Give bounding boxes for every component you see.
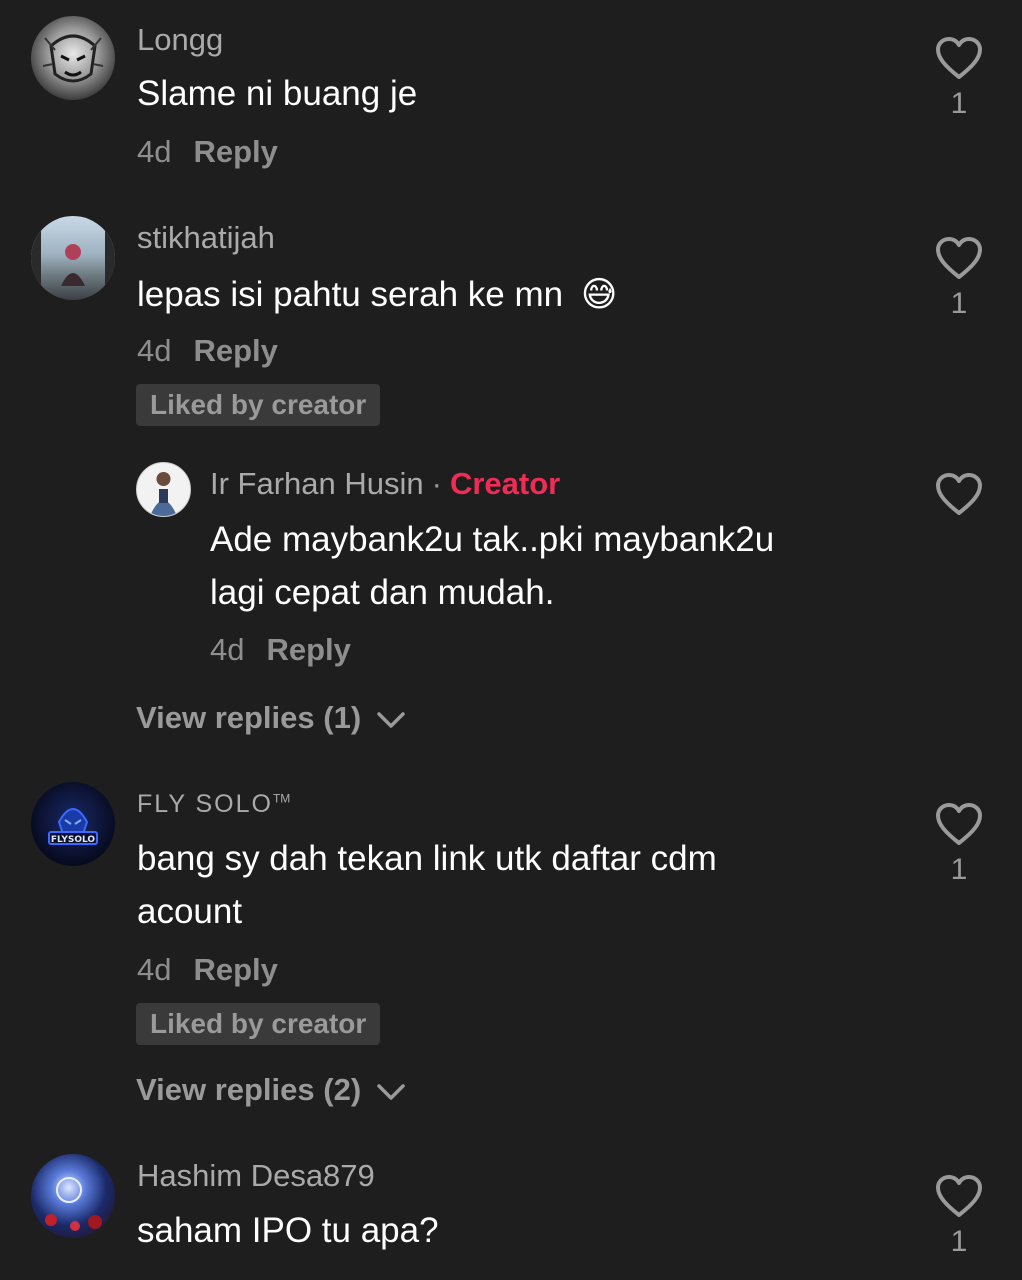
comment-username[interactable]: Hashim Desa879 bbox=[137, 1158, 375, 1194]
like-button[interactable]: 1 bbox=[929, 236, 989, 321]
comment-text-line: bang sy dah tekan link utk daftar cdm bbox=[137, 839, 717, 878]
reply-time: 4d bbox=[210, 632, 245, 667]
liked-by-creator-badge: Liked by creator bbox=[136, 384, 381, 426]
heart-outline-icon bbox=[936, 37, 982, 79]
reply-username-row: Ir Farhan Husin · Creator bbox=[210, 466, 560, 502]
comment-text: Slame ni buang je bbox=[137, 74, 418, 113]
person-photo-avatar-image bbox=[31, 216, 115, 300]
heart-outline-icon bbox=[936, 473, 982, 515]
avatar[interactable] bbox=[31, 16, 115, 100]
reply-button[interactable]: Reply bbox=[193, 333, 277, 368]
comment-username[interactable]: Longg bbox=[137, 22, 223, 58]
comment-text-line: acount bbox=[137, 892, 243, 931]
reply-text: Ade maybank2u tak..pki maybank2u lagi ce… bbox=[210, 513, 774, 619]
comment-text-content: lepas isi pahtu serah ke mn bbox=[137, 275, 564, 314]
comment-meta: 4d Reply bbox=[137, 952, 278, 988]
like-count: 1 bbox=[950, 853, 968, 886]
trademark-mark: TM bbox=[272, 791, 291, 806]
person-photo-avatar-image bbox=[150, 472, 177, 516]
comment-text: bang sy dah tekan link utk daftar cdm ac… bbox=[137, 832, 717, 938]
comment-meta: 4d Reply bbox=[137, 134, 278, 170]
like-count: 1 bbox=[950, 1225, 968, 1258]
avatar[interactable] bbox=[31, 1154, 115, 1238]
tiger-avatar-image bbox=[42, 34, 104, 83]
comment-time: 4d bbox=[137, 333, 172, 368]
heart-outline-icon bbox=[936, 803, 982, 845]
reply-button[interactable]: Reply bbox=[193, 134, 277, 169]
like-button[interactable]: 1 bbox=[929, 802, 989, 887]
view-replies-label: View replies (1) bbox=[136, 700, 362, 735]
liked-by-creator-badge: Liked by creator bbox=[136, 1003, 381, 1045]
like-button[interactable]: 1 bbox=[929, 1174, 989, 1259]
comment-text: lepas isi pahtu serah ke mn 😅 bbox=[137, 268, 617, 321]
comment-meta: 4d Reply bbox=[137, 333, 278, 369]
like-count: 1 bbox=[950, 87, 968, 120]
creator-tag: Creator bbox=[449, 466, 561, 501]
flysolo-logo-avatar-image: FLYSOLO bbox=[48, 808, 98, 845]
reply-meta: 4d Reply bbox=[210, 632, 351, 668]
comment-username-text: FLY SOLO bbox=[137, 790, 273, 818]
dot-separator: · bbox=[431, 466, 442, 501]
reply-button[interactable]: Reply bbox=[193, 952, 277, 987]
view-replies-label: View replies (2) bbox=[136, 1072, 362, 1107]
comment-text: saham IPO tu apa? bbox=[137, 1211, 439, 1250]
avatar[interactable]: FLYSOLO bbox=[31, 782, 115, 866]
view-replies-button[interactable]: View replies (2) bbox=[136, 1072, 406, 1108]
sweat-smile-emoji: 😅 bbox=[580, 275, 618, 314]
comment-username[interactable]: stikhatijah bbox=[137, 220, 275, 256]
heart-outline-icon bbox=[936, 1175, 982, 1217]
view-replies-button[interactable]: View replies (1) bbox=[136, 700, 406, 736]
reply-text-line: Ade maybank2u tak..pki maybank2u bbox=[210, 520, 775, 559]
abstract-avatar-image bbox=[45, 1177, 102, 1231]
chevron-down-icon bbox=[377, 712, 405, 728]
comment-time: 4d bbox=[137, 134, 172, 169]
comment-time: 4d bbox=[137, 952, 172, 987]
heart-outline-icon bbox=[936, 237, 982, 279]
chevron-down-icon bbox=[377, 1084, 405, 1100]
like-button[interactable] bbox=[929, 472, 989, 521]
reply-button[interactable]: Reply bbox=[266, 632, 350, 667]
comment-username[interactable]: FLY SOLOTM bbox=[137, 790, 290, 819]
avatar-logo-text: FLYSOLO bbox=[51, 835, 96, 845]
reply-text-line: lagi cepat dan mudah. bbox=[210, 573, 555, 612]
reply-username[interactable]: Ir Farhan Husin bbox=[210, 466, 424, 501]
like-button[interactable]: 1 bbox=[929, 36, 989, 121]
like-count: 1 bbox=[950, 287, 968, 320]
avatar[interactable] bbox=[31, 216, 115, 300]
avatar[interactable] bbox=[136, 462, 191, 517]
